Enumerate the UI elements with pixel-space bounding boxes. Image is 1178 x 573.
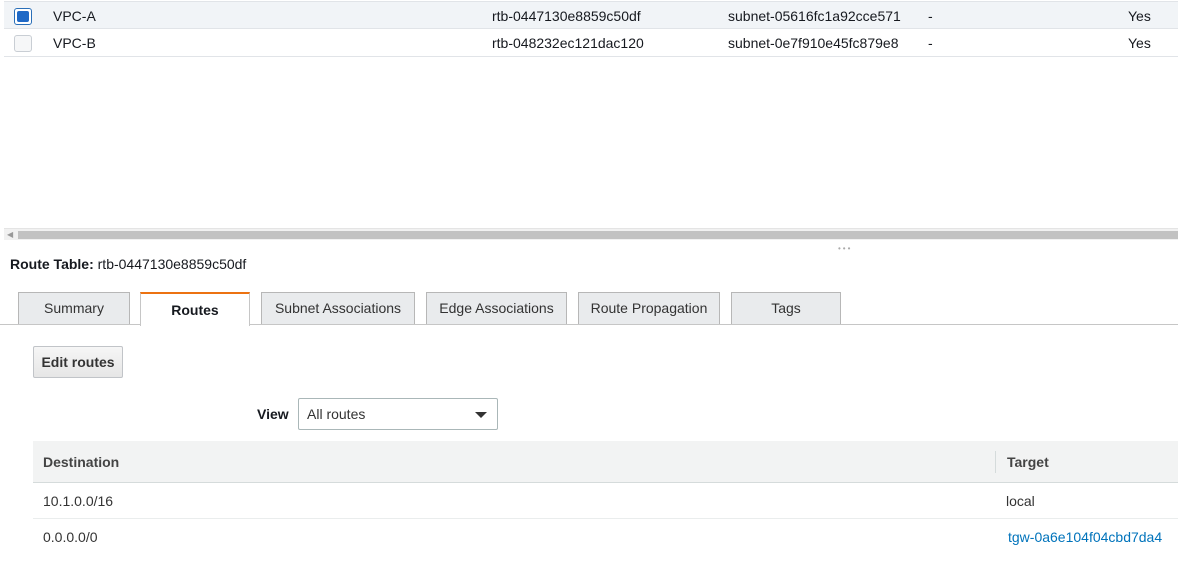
subnet-id: subnet-05616fc1a92cce571 — [728, 8, 901, 24]
route-table-id: rtb-0447130e8859c50df — [492, 8, 641, 24]
routes-table: Destination Target 10.1.0.0/16 local 0.0… — [33, 441, 1178, 555]
tab-summary[interactable]: Summary — [18, 292, 130, 324]
view-label: View — [257, 406, 289, 422]
column-header-destination[interactable]: Destination — [43, 441, 119, 483]
details-header: Route Table: rtb-0447130e8859c50df — [10, 256, 246, 272]
subnet-id: subnet-0e7f910e45fc879e8 — [728, 35, 899, 51]
edge-associations: - — [928, 8, 933, 24]
edge-associations: - — [928, 35, 933, 51]
tab-tags[interactable]: Tags — [731, 292, 841, 324]
route-target-link[interactable]: tgw-0a6e104f04cbd7da4 — [1008, 519, 1162, 555]
scrollbar-thumb[interactable] — [18, 231, 1178, 239]
table-row[interactable]: VPC-B rtb-048232ec121dac120 subnet-0e7f9… — [4, 29, 1178, 57]
row-checkbox[interactable] — [14, 8, 32, 25]
tab-route-propagation[interactable]: Route Propagation — [578, 292, 720, 324]
view-select-value: All routes — [307, 406, 366, 422]
route-table-list: VPC-A rtb-0447130e8859c50df subnet-05616… — [4, 0, 1178, 57]
tab-subnet-associations[interactable]: Subnet Associations — [261, 292, 415, 324]
table-row: 10.1.0.0/16 local — [33, 483, 1178, 519]
vpc-name: VPC-B — [53, 35, 96, 51]
tab-routes[interactable]: Routes — [140, 292, 250, 326]
panel-resize-handle[interactable]: ••• — [838, 245, 852, 253]
main-flag: Yes — [1128, 8, 1151, 24]
route-table-id: rtb-048232ec121dac120 — [492, 35, 644, 51]
table-row[interactable]: VPC-A rtb-0447130e8859c50df subnet-05616… — [4, 1, 1178, 29]
column-divider[interactable] — [995, 451, 996, 473]
route-destination: 10.1.0.0/16 — [43, 493, 114, 509]
scroll-left-icon[interactable]: ◀ — [7, 231, 13, 239]
details-label: Route Table: — [10, 256, 94, 272]
route-destination: 0.0.0.0/0 — [43, 529, 98, 545]
horizontal-scrollbar[interactable]: ◀ — [4, 228, 1178, 240]
row-checkbox[interactable] — [14, 35, 32, 52]
vpc-name: VPC-A — [53, 8, 96, 24]
edit-routes-button[interactable]: Edit routes — [33, 346, 123, 378]
column-header-target[interactable]: Target — [1007, 441, 1049, 483]
chevron-down-icon — [475, 412, 487, 418]
routes-table-header: Destination Target — [33, 441, 1178, 483]
tab-edge-associations[interactable]: Edge Associations — [426, 292, 567, 324]
details-tabs: Summary Routes Subnet Associations Edge … — [0, 292, 1178, 326]
view-select[interactable]: All routes — [298, 398, 498, 430]
main-flag: Yes — [1128, 35, 1151, 51]
details-route-table-id: rtb-0447130e8859c50df — [97, 256, 247, 272]
route-target: local — [1006, 493, 1035, 509]
table-row: 0.0.0.0/0 tgw-0a6e104f04cbd7da4 — [33, 519, 1178, 555]
